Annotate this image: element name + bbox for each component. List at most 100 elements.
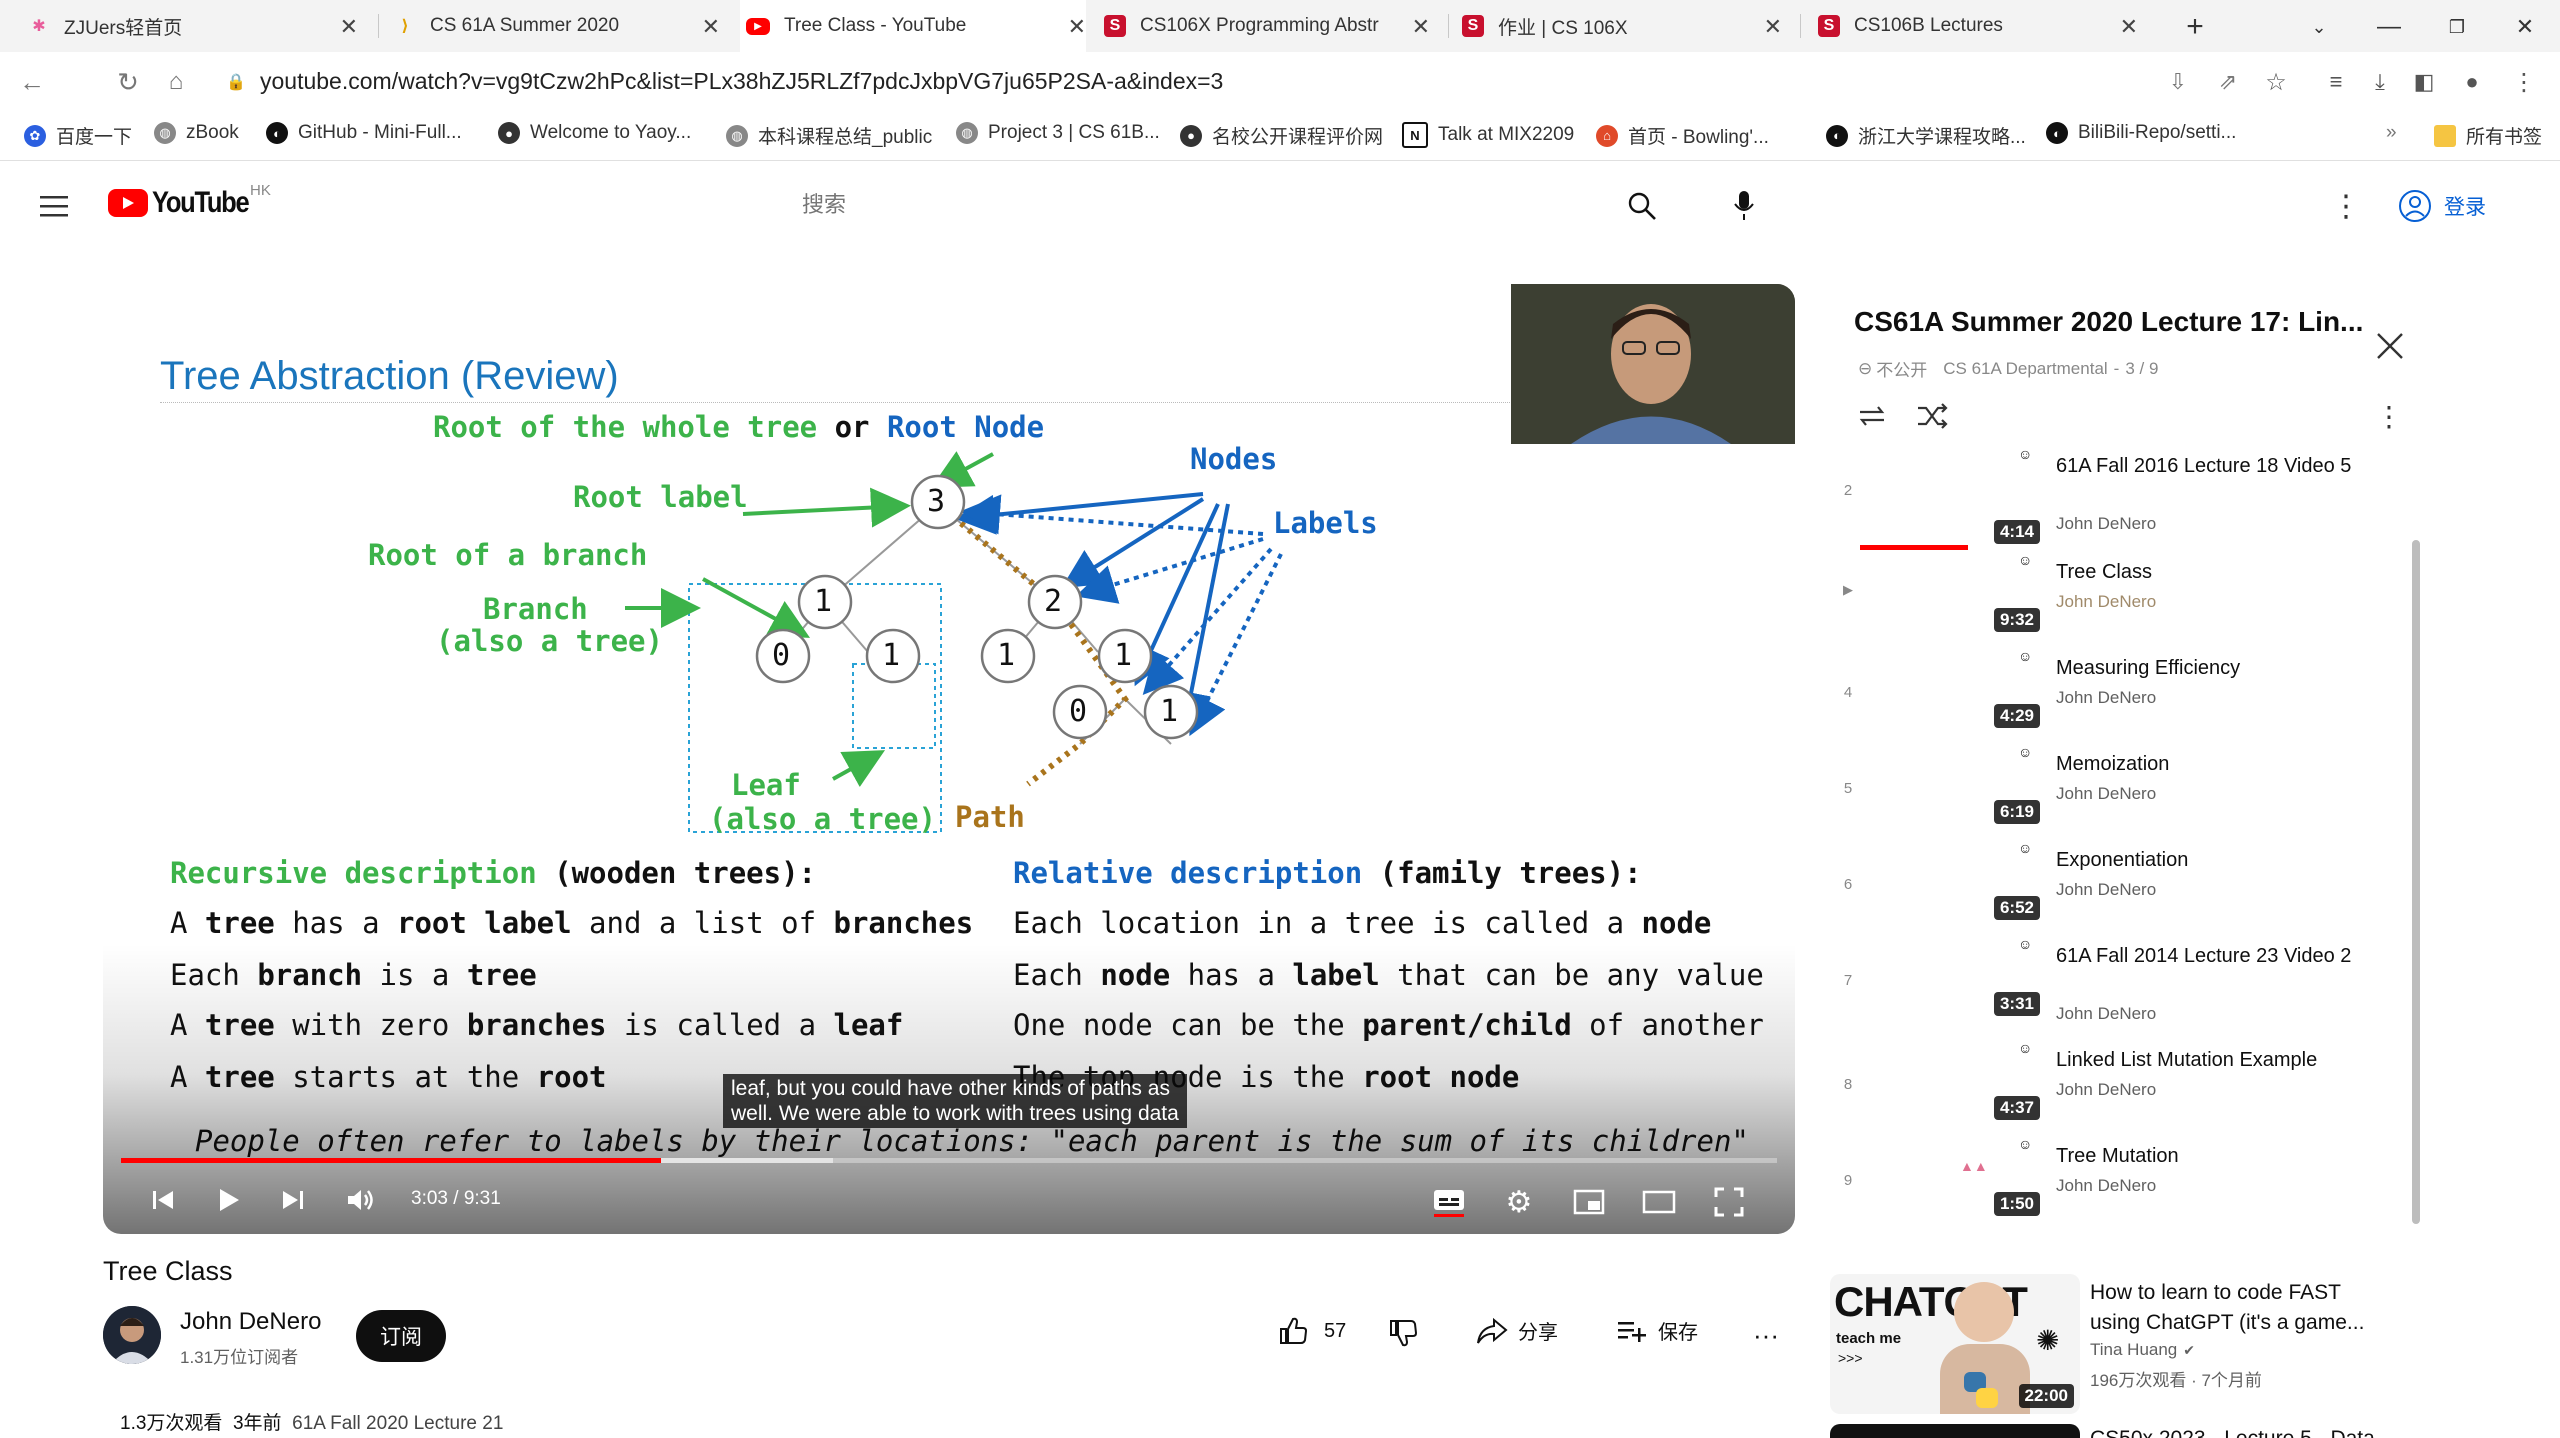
tab-cs61a[interactable]: ⟩ CS 61A Summer 2020 ✕	[394, 0, 720, 52]
video-description-meta[interactable]: 1.3万次观看 3年前 61A Fall 2020 Lecture 21	[120, 1408, 503, 1435]
close-icon[interactable]: ✕	[1412, 14, 1430, 40]
recommended-channel-row[interactable]: Tina Huang ✔	[2090, 1340, 2195, 1360]
bookmark-mix2209[interactable]: N Talk at MIX2209	[1402, 122, 1574, 148]
signin-button[interactable]: 登录	[2398, 184, 2486, 228]
reload-icon[interactable]: ↻	[112, 66, 144, 98]
microphone-icon[interactable]	[1724, 186, 1764, 226]
close-icon[interactable]: ✕	[2120, 14, 2138, 40]
tab-search-chevron-icon[interactable]: ⌄	[2302, 10, 2336, 44]
close-icon[interactable]: ✕	[1068, 14, 1086, 40]
close-playlist-icon[interactable]	[2370, 326, 2410, 366]
site-info-icon[interactable]: 🔒	[226, 70, 246, 94]
fullscreen-icon[interactable]	[1709, 1182, 1749, 1222]
browser-menu-icon[interactable]: ⋮	[2508, 66, 2540, 98]
new-tab-plus-icon[interactable]: +	[2178, 10, 2212, 44]
save-button[interactable]: 保存	[1616, 1316, 1698, 1345]
tab-youtube[interactable]: ▶ Tree Class - YouTube ✕	[740, 0, 1086, 52]
search-input[interactable]	[800, 184, 1564, 226]
bookmark-course-summary[interactable]: ◍ 本科课程总结_public	[726, 122, 932, 149]
url-input[interactable]: youtube.com/watch?v=vg9tCzw2hPc&list=PLx…	[260, 68, 1223, 95]
loop-icon[interactable]	[1852, 396, 1892, 436]
playlist-item[interactable]: 4 ☺ 4:29 Measuring Efficiency John DeNer…	[1830, 648, 2390, 744]
bookmark-bowling[interactable]: ⌂ 首页 - Bowling'...	[1596, 122, 1769, 149]
bookmark-baidu[interactable]: ✿ 百度一下	[24, 122, 132, 149]
playlist-owner[interactable]: CS 61A Departmental	[1943, 359, 2107, 379]
more-actions-icon[interactable]: ···	[1748, 1318, 1784, 1352]
playlist-item[interactable]: 6 ☺ 6:52 Exponentiation John DeNero	[1830, 840, 2390, 936]
home-icon[interactable]: ⌂	[160, 66, 192, 98]
subscribe-button[interactable]: 订阅	[356, 1310, 446, 1362]
bookmark-cs61b-project[interactable]: ◍ Project 3 | CS 61B...	[956, 122, 1160, 144]
playlist-title[interactable]: CS61A Summer 2020 Lecture 17: Lin...	[1854, 306, 2363, 338]
channel-avatar[interactable]	[103, 1306, 161, 1364]
playlist-item[interactable]: 8 ☺ 4:37 Linked List Mutation Example Jo…	[1830, 1040, 2390, 1136]
recommended-thumbnail[interactable]: CHATGPT teach me >>> ✺ 22:00	[1830, 1274, 2080, 1414]
close-icon[interactable]: ✕	[340, 14, 358, 40]
play-icon[interactable]	[211, 1182, 247, 1218]
previous-icon[interactable]	[145, 1182, 181, 1218]
install-app-icon[interactable]: ⇩	[2162, 66, 2194, 98]
bookmark-zju-guide[interactable]: ◐ 浙江大学课程攻略...	[1826, 122, 2026, 149]
side-panel-icon[interactable]: ◧	[2408, 66, 2440, 98]
bookmark-yaoy[interactable]: ● Welcome to Yaoy...	[498, 122, 691, 144]
minimize-icon[interactable]: —	[2372, 10, 2406, 44]
playlist-item[interactable]: 7 ☺ 3:31 61A Fall 2014 Lecture 23 Video …	[1830, 936, 2390, 1032]
youtube-logo[interactable]: YouTube	[108, 186, 265, 220]
share-icon[interactable]: ⇗	[2212, 66, 2244, 98]
openai-logo-icon: ✺	[2036, 1325, 2060, 1356]
close-icon[interactable]: ✕	[1764, 14, 1782, 40]
like-button[interactable]: 57	[1278, 1316, 1346, 1346]
playlist-index: 4	[1843, 684, 1853, 701]
recommended-title[interactable]: CS50x 2023 - Lecture 5 - Data	[2090, 1424, 2390, 1438]
progress-bar[interactable]	[121, 1158, 1777, 1163]
settings-more-icon[interactable]: ⋮	[2328, 188, 2364, 224]
playlist-item[interactable]: 5 ☺ 6:19 Memoization John DeNero	[1830, 744, 2390, 840]
playlist-item-current[interactable]: ▶ ☺ 9:32 Tree Class John DeNero	[1830, 552, 2390, 648]
playlist-item[interactable]: 2 ☺ 4:14 61A Fall 2016 Lecture 18 Video …	[1830, 446, 2390, 550]
download-icon[interactable]: ⤓	[2364, 66, 2396, 98]
globe-icon: ◍	[154, 122, 176, 144]
recommended-thumbnail[interactable]	[1830, 1424, 2080, 1438]
share-button[interactable]: 分享	[1476, 1316, 1558, 1345]
bookmark-star-icon[interactable]: ☆	[2260, 66, 2292, 98]
tab-label: Tree Class - YouTube	[784, 15, 967, 36]
bookmark-all[interactable]: 所有书签	[2434, 122, 2542, 149]
thumbs-down-icon[interactable]	[1386, 1316, 1420, 1350]
recommended-title[interactable]: How to learn to code FAST using ChatGPT …	[2090, 1278, 2390, 1338]
window-close-icon[interactable]: ✕	[2508, 10, 2542, 44]
profile-icon[interactable]: ●	[2456, 66, 2488, 98]
github-icon: ◐	[266, 122, 288, 144]
miniplayer-icon[interactable]	[1569, 1182, 1609, 1222]
channel-name[interactable]: John DeNero	[180, 1308, 321, 1336]
playlist-more-icon[interactable]: ⋮	[2374, 396, 2404, 436]
tab-cs106b[interactable]: S CS106B Lectures ✕	[1818, 0, 2138, 52]
playlist-item[interactable]: 9 ▲▲ ☺ 1:50 Tree Mutation John DeNero	[1830, 1136, 2390, 1232]
search-icon[interactable]	[1622, 186, 1662, 226]
maximize-icon[interactable]: ❐	[2440, 10, 2474, 44]
back-arrow-icon[interactable]: ←	[16, 66, 48, 98]
playlist-item-title: 61A Fall 2014 Lecture 23 Video 2	[2056, 945, 2352, 967]
settings-gear-icon[interactable]: ⚙	[1499, 1182, 1539, 1222]
bookmark-github-mini[interactable]: ◐ GitHub - Mini-Full...	[266, 122, 462, 144]
volume-icon[interactable]	[343, 1182, 379, 1218]
signin-label: 登录	[2444, 196, 2486, 219]
bookmark-bilibili-repo[interactable]: ◐ BiliBili-Repo/setti...	[2046, 122, 2236, 144]
reading-list-icon[interactable]: ≡	[2320, 66, 2352, 98]
search-box[interactable]	[800, 184, 1590, 228]
label-branch-also-tree: (also a tree)	[436, 624, 663, 658]
shuffle-icon[interactable]	[1912, 396, 1952, 436]
tab-zjuers[interactable]: ✱ ZJUers轻首页 ✕	[28, 0, 358, 52]
video-player[interactable]: Tree Abstraction (Review) 3 1 2 0 1 1 1 …	[103, 284, 1795, 1234]
tab-cs106x[interactable]: S CS106X Programming Abstr ✕	[1104, 0, 1430, 52]
bookmarks-overflow-icon[interactable]: »	[2386, 122, 2397, 144]
playlist-scrollbar[interactable]	[2412, 540, 2420, 1224]
theater-mode-icon[interactable]	[1639, 1182, 1679, 1222]
next-icon[interactable]	[275, 1182, 311, 1218]
presenter-face	[1954, 1282, 2014, 1342]
subtitles-icon[interactable]	[1429, 1182, 1469, 1222]
hamburger-menu-icon[interactable]	[36, 188, 72, 224]
close-icon[interactable]: ✕	[702, 14, 720, 40]
bookmark-zbook[interactable]: ◍ zBook	[154, 122, 239, 144]
tab-cs106x-hw[interactable]: S 作业 | CS 106X ✕	[1462, 0, 1782, 52]
bookmark-course-review[interactable]: ● 名校公开课程评价网	[1180, 122, 1383, 149]
